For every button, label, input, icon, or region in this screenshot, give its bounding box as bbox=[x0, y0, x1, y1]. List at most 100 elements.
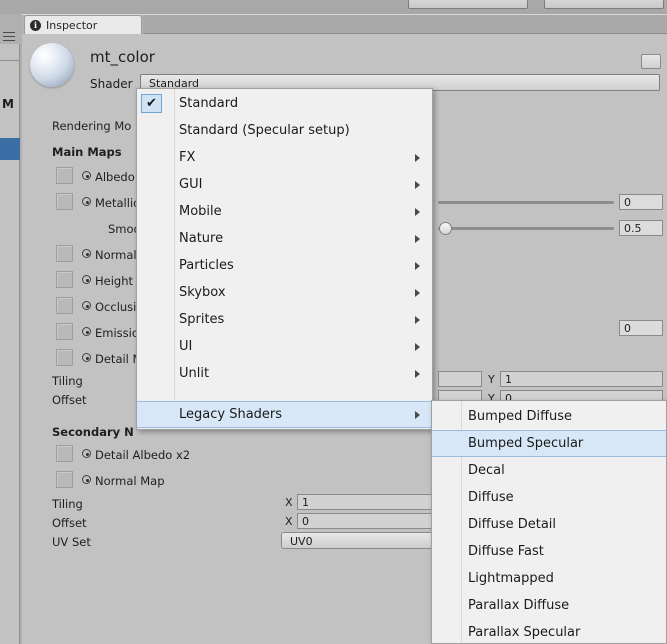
submenu-item-decal-label: Decal bbox=[468, 463, 505, 478]
submenu-item-decal[interactable]: Decal bbox=[432, 457, 666, 484]
menu-item-legacy-shaders-label: Legacy Shaders bbox=[179, 407, 283, 422]
menu-item-mobile-label: Mobile bbox=[179, 204, 222, 219]
submenu-item-bumped-specular[interactable]: Bumped Specular bbox=[432, 430, 666, 457]
submenu-item-diffuse-fast-label: Diffuse Fast bbox=[468, 544, 544, 559]
menu-item-nature-label: Nature bbox=[179, 231, 224, 246]
submenu-item-diffuse-fast[interactable]: Diffuse Fast bbox=[432, 538, 666, 565]
occlusion-target-icon bbox=[82, 301, 91, 310]
label-offset-secondary: Offset bbox=[52, 516, 87, 530]
offset2-x-axis-label: X bbox=[285, 515, 293, 528]
metallic-slider-track[interactable] bbox=[438, 201, 614, 204]
menu-hamburger-icon[interactable] bbox=[3, 32, 15, 41]
menu-item-unlit-label: Unlit bbox=[179, 366, 210, 381]
height-map-target-icon bbox=[82, 275, 91, 284]
menu-item-nature[interactable]: Nature bbox=[137, 225, 432, 252]
info-icon: i bbox=[30, 19, 41, 31]
tab-inspector-label: Inspector bbox=[46, 18, 98, 32]
menu-item-sprites-label: Sprites bbox=[179, 312, 225, 327]
menu-item-legacy-shaders[interactable]: Legacy Shaders bbox=[137, 401, 432, 428]
height-map-texture-swatch[interactable] bbox=[56, 271, 73, 288]
offset2-x-value-text: 0 bbox=[302, 515, 309, 528]
smoothness-slider-track[interactable] bbox=[438, 227, 614, 230]
chevron-right-icon bbox=[415, 207, 420, 216]
label-rendering-mode: Rendering Mo bbox=[52, 119, 132, 133]
chevron-right-icon bbox=[415, 234, 420, 243]
chevron-right-icon bbox=[415, 288, 420, 297]
secondary-normal-map-target-icon bbox=[82, 475, 91, 484]
submenu-item-lightmapped[interactable]: Lightmapped bbox=[432, 565, 666, 592]
menu-item-particles[interactable]: Particles bbox=[137, 252, 432, 279]
emission-value-field[interactable]: 0 bbox=[619, 320, 663, 336]
left-dock-strip: M bbox=[0, 14, 22, 644]
menu-item-unlit[interactable]: Unlit bbox=[137, 360, 432, 387]
left-panel-letter: M bbox=[2, 97, 14, 111]
secondary-normal-map-texture-swatch[interactable] bbox=[56, 471, 73, 488]
menu-item-skybox[interactable]: Skybox bbox=[137, 279, 432, 306]
chevron-right-icon bbox=[415, 180, 420, 189]
menu-item-ui[interactable]: UI bbox=[137, 333, 432, 360]
submenu-item-parallax-specular[interactable]: Parallax Specular bbox=[432, 619, 666, 644]
menu-item-standard-specular[interactable]: Standard (Specular setup) bbox=[137, 117, 432, 144]
submenu-item-bumped-diffuse[interactable]: Bumped Diffuse bbox=[432, 403, 666, 430]
smoothness-value-field[interactable]: 0.5 bbox=[619, 220, 663, 236]
menu-item-fx-label: FX bbox=[179, 150, 196, 165]
normal-map-target-icon bbox=[82, 249, 91, 258]
tiling-x-field[interactable] bbox=[438, 371, 482, 387]
shader-row-label: Shader bbox=[90, 77, 133, 91]
menu-item-mobile[interactable]: Mobile bbox=[137, 198, 432, 225]
chevron-right-icon bbox=[415, 315, 420, 324]
menu-item-sprites[interactable]: Sprites bbox=[137, 306, 432, 333]
albedo-target-icon bbox=[82, 171, 91, 180]
submenu-item-parallax-diffuse-label: Parallax Diffuse bbox=[468, 598, 570, 613]
submenu-item-bumped-specular-label: Bumped Specular bbox=[468, 436, 584, 451]
shader-dropdown-menu[interactable]: ✔ Standard Standard (Specular setup) FX … bbox=[136, 88, 433, 430]
tabbar-filler bbox=[143, 15, 667, 34]
smoothness-slider-knob[interactable] bbox=[439, 222, 452, 235]
menu-item-gui[interactable]: GUI bbox=[137, 171, 432, 198]
submenu-item-diffuse-detail[interactable]: Diffuse Detail bbox=[432, 511, 666, 538]
detail-albedo-target-icon bbox=[82, 449, 91, 458]
menu-item-standard[interactable]: ✔ Standard bbox=[137, 90, 432, 117]
checkmark-icon: ✔ bbox=[141, 94, 162, 113]
smoothness-value-text: 0.5 bbox=[624, 222, 642, 235]
metallic-texture-swatch[interactable] bbox=[56, 193, 73, 210]
tiling-y-field[interactable]: 1 bbox=[500, 371, 663, 387]
background-field-right[interactable] bbox=[544, 0, 664, 9]
tiling-y-value-text: 1 bbox=[505, 373, 512, 386]
tab-inspector[interactable]: i Inspector bbox=[24, 15, 142, 34]
legacy-shaders-submenu[interactable]: Bumped Diffuse Bumped Specular Decal Dif… bbox=[431, 400, 667, 644]
menu-item-fx[interactable]: FX bbox=[137, 144, 432, 171]
detail-mask-target-icon bbox=[82, 353, 91, 362]
left-selected-row[interactable] bbox=[0, 138, 20, 160]
label-uv-set: UV Set bbox=[52, 535, 91, 549]
tiling2-x-axis-label: X bbox=[285, 496, 293, 509]
albedo-texture-swatch[interactable] bbox=[56, 167, 73, 184]
material-name: mt_color bbox=[90, 48, 155, 66]
inspector-tabbar: i Inspector bbox=[22, 15, 667, 34]
screen: M i Inspector mt_color Shader Standard R… bbox=[0, 0, 667, 644]
left-divider bbox=[0, 60, 20, 61]
submenu-item-diffuse-detail-label: Diffuse Detail bbox=[468, 517, 557, 532]
label-tiling-secondary: Tiling bbox=[52, 497, 83, 511]
shader-edit-button[interactable] bbox=[641, 54, 661, 69]
detail-mask-texture-swatch[interactable] bbox=[56, 349, 73, 366]
label-secondary-normal-map: Normal Map bbox=[95, 474, 165, 488]
submenu-item-parallax-diffuse[interactable]: Parallax Diffuse bbox=[432, 592, 666, 619]
submenu-item-bumped-diffuse-label: Bumped Diffuse bbox=[468, 409, 573, 424]
emission-texture-swatch[interactable] bbox=[56, 323, 73, 340]
label-tiling: Tiling bbox=[52, 374, 83, 388]
normal-map-texture-swatch[interactable] bbox=[56, 245, 73, 262]
label-main-maps: Main Maps bbox=[52, 145, 122, 159]
metallic-value-field[interactable]: 0 bbox=[619, 194, 663, 210]
label-detail-albedo: Detail Albedo x2 bbox=[95, 448, 191, 462]
menu-item-particles-label: Particles bbox=[179, 258, 234, 273]
metallic-value-text: 0 bbox=[624, 196, 631, 209]
background-field-left[interactable] bbox=[408, 0, 528, 9]
chevron-right-icon bbox=[415, 410, 420, 419]
occlusion-texture-swatch[interactable] bbox=[56, 297, 73, 314]
menu-item-skybox-label: Skybox bbox=[179, 285, 226, 300]
tiling2-x-value-text: 1 bbox=[302, 496, 309, 509]
submenu-item-diffuse[interactable]: Diffuse bbox=[432, 484, 666, 511]
detail-albedo-texture-swatch[interactable] bbox=[56, 445, 73, 462]
uv-set-value-text: UV0 bbox=[290, 535, 313, 548]
